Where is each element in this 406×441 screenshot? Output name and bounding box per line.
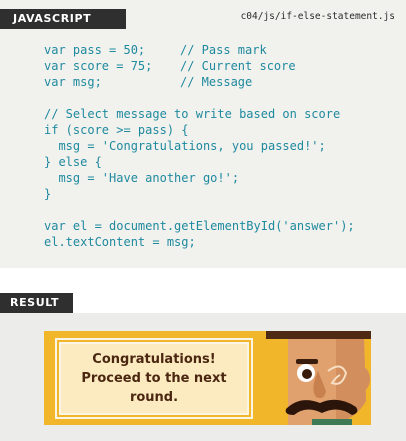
code-text: var score = 75; [44,59,153,73]
code-text: msg = 'Have another go!'; [44,171,240,185]
code-line: var pass = 50; // Pass mark [44,42,399,58]
result-label: RESULT [0,293,73,313]
file-path: c04/js/if-else-statement.js [240,11,395,22]
code-text: // Select message to write based on scor… [44,107,341,121]
code-text: if (score >= pass) { [44,123,189,137]
code-text: el.textContent = msg; [44,235,196,249]
code-line: var msg; // Message [44,74,399,90]
language-label: JAVASCRIPT [0,9,126,29]
code-line: } [44,186,399,202]
code-comment: // Message [180,75,253,89]
code-line: var score = 75; // Current score [44,58,399,74]
code-text: } [44,187,52,201]
result-banner: Congratulations! Proceed to the next rou… [44,331,371,425]
code-line: var el = document.getElementById('answer… [44,218,399,234]
code-line: } else { [44,154,399,170]
code-line: // Select message to write based on scor… [44,106,399,122]
mustache-character-illustration [266,331,371,425]
code-comment: // Pass mark [180,43,267,57]
code-panel: JAVASCRIPT c04/js/if-else-statement.js v… [0,0,406,268]
code-text: var pass = 50; [44,43,146,57]
code-line: if (score >= pass) { [44,122,399,138]
result-message: Congratulations! Proceed to the next rou… [81,352,227,405]
code-text: var el = document.getElementById('answer… [44,219,355,233]
code-comment: // Current score [180,59,296,73]
code-text: var msg; [44,75,102,89]
code-text: } else { [44,155,102,169]
message-box: Congratulations! Proceed to the next rou… [59,342,249,415]
code-header: JAVASCRIPT c04/js/if-else-statement.js [0,0,406,30]
code-line: msg = 'Congratulations, you passed!'; [44,138,399,154]
code-text: msg = 'Congratulations, you passed!'; [44,139,326,153]
code-line: msg = 'Have another go!'; [44,170,399,186]
code-listing: var pass = 50;// Pass mark var score = 75… [44,42,399,250]
code-line: el.textContent = msg; [44,234,399,250]
